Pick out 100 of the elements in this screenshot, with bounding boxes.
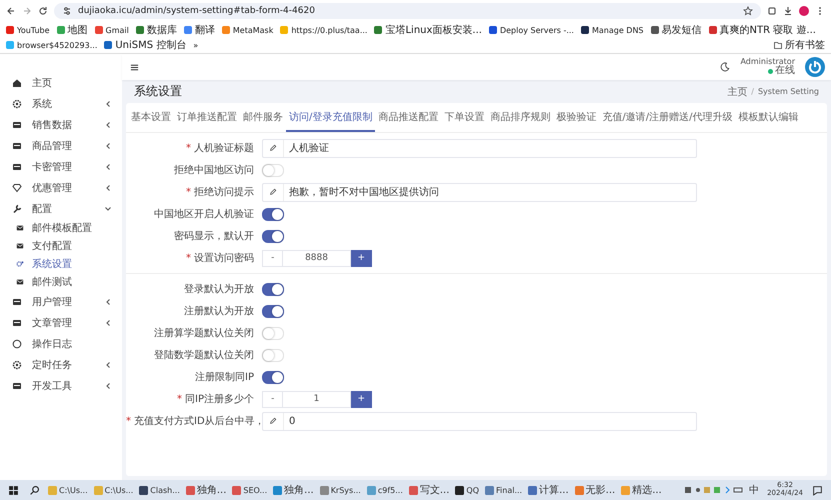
settings-tab[interactable]: 极验验证 — [553, 103, 600, 132]
breadcrumb-link[interactable]: 主页 — [727, 84, 748, 98]
settings-tab[interactable]: 邮件服务 — [240, 103, 286, 132]
taskbar-app[interactable]: 计算... — [526, 481, 571, 499]
text-field[interactable]: 抱歉，暂时不对中国地区提供访问 — [262, 182, 697, 202]
bookmark[interactable]: Deploy Servers -... — [488, 23, 574, 37]
settings-tab[interactable]: 下单设置 — [441, 103, 488, 132]
field-label: 登录默认为开放 — [183, 282, 255, 296]
settings-tab[interactable]: 访问/登录充值限制 — [286, 103, 376, 132]
bookmark[interactable]: 宝塔Linux面板安装... — [374, 23, 482, 37]
bookmark[interactable]: 翻译 — [184, 23, 215, 37]
increment-button[interactable]: + — [350, 250, 372, 266]
taskbar-app[interactable]: KrSys... — [318, 481, 363, 499]
bookmark-favicon-icon — [708, 26, 717, 34]
breadcrumb-link[interactable]: System Setting — [758, 87, 819, 96]
sidebar-subitem[interactable]: 邮件模板配置 — [0, 219, 122, 237]
toggle-switch[interactable] — [262, 304, 284, 318]
text-field[interactable]: 0 — [262, 412, 697, 430]
decrement-button[interactable]: - — [262, 390, 284, 408]
settings-tab[interactable]: 基本设置 — [128, 103, 174, 132]
taskbar-app[interactable]: C:\Us... — [46, 481, 90, 499]
address-bar[interactable]: dujiaoka.icu/admin/system-setting#tab-form-4-4620 — [54, 3, 761, 19]
profile-avatar[interactable] — [799, 6, 809, 16]
extension-icon[interactable] — [767, 6, 777, 16]
app-icon — [139, 486, 148, 494]
settings-tab[interactable]: 订单推送配置 — [174, 103, 240, 132]
settings-tab[interactable]: 商品排序规则 — [487, 103, 554, 132]
decrement-button[interactable]: - — [262, 250, 284, 266]
star-icon[interactable] — [743, 6, 753, 16]
settings-tab[interactable]: 商品推送配置 — [375, 103, 442, 132]
taskbar-app[interactable]: c9f5... — [364, 481, 405, 499]
taskbar-app[interactable]: 精选... — [619, 481, 664, 499]
page-title: 系统设置 — [134, 83, 182, 100]
taskbar-app[interactable]: 独角... — [184, 481, 228, 499]
reload-icon[interactable] — [38, 6, 48, 16]
sidebar-item[interactable]: 主页 — [0, 72, 122, 93]
bookmark[interactable]: 数据库 — [136, 23, 177, 37]
taskbar-app[interactable]: 无影... — [572, 481, 618, 499]
bookmark[interactable]: browser$4520293... — [6, 38, 98, 52]
sidebar-item[interactable]: 优惠管理 — [0, 177, 122, 198]
sidebar-item[interactable]: 卡密管理 — [0, 156, 122, 177]
taskbar-app[interactable]: 写文... — [406, 481, 452, 499]
tray-icons-drawing — [684, 485, 744, 495]
taskbar-app[interactable]: QQ — [453, 481, 482, 499]
back-icon[interactable] — [6, 6, 16, 16]
sidebar-subitem[interactable]: 支付配置 — [0, 237, 122, 255]
taskbar-app[interactable]: Final... — [483, 481, 524, 499]
menu-icon[interactable] — [130, 62, 139, 72]
toggle-switch[interactable] — [262, 282, 284, 296]
moon-icon[interactable] — [720, 62, 730, 72]
settings-tab[interactable]: 充值/邀请/注册赠送/代理升级 — [599, 103, 736, 132]
app-icon — [232, 486, 242, 494]
toggle-switch[interactable] — [262, 370, 284, 384]
toggle-switch[interactable] — [262, 208, 284, 220]
sidebar-item[interactable]: 配置 — [0, 198, 122, 219]
sidebar-item[interactable]: 用户管理 — [0, 291, 122, 312]
taskbar-app[interactable]: SEO... — [230, 481, 270, 499]
sidebar-item[interactable]: 定时任务 — [0, 354, 122, 375]
sidebar-item[interactable]: 系统 — [0, 93, 122, 114]
more-bookmarks-button[interactable]: » — [193, 38, 198, 52]
app-icon — [485, 486, 494, 494]
text-field[interactable]: 人机验证 — [262, 138, 697, 158]
card-icon — [12, 162, 22, 172]
app-icon — [621, 486, 630, 494]
app-icon — [528, 486, 538, 494]
sidebar-item[interactable]: 商品管理 — [0, 135, 122, 156]
download-icon[interactable] — [783, 6, 793, 16]
sidebar-subitem[interactable]: 系统设置 — [0, 255, 122, 273]
windows-start-icon[interactable] — [8, 484, 19, 496]
bookmark[interactable]: UniSMS 控制台 — [104, 38, 186, 52]
bookmark[interactable]: 地图 — [56, 23, 88, 37]
search-icon[interactable] — [29, 484, 40, 496]
number-field[interactable]: 8888 — [283, 250, 351, 266]
sidebar-item[interactable]: 开发工具 — [0, 375, 122, 396]
field-label: * 同IP注册多少个 — [176, 392, 255, 406]
bookmark[interactable]: MetaMask — [222, 23, 274, 37]
increment-button[interactable]: + — [350, 390, 372, 408]
taskbar-app[interactable]: Clash... — [137, 481, 182, 499]
all-bookmarks-button[interactable]: 所有书签 — [774, 38, 825, 52]
bookmark[interactable]: 真爽的NTR 寝取 遊... — [708, 23, 816, 37]
settings-tab[interactable]: 模板默认编辑 — [735, 103, 802, 132]
bookmark[interactable]: YouTube — [6, 23, 50, 37]
sidebar-item[interactable]: 操作日志 — [0, 333, 122, 354]
sidebar-item[interactable]: 销售数据 — [0, 114, 122, 135]
bookmark-favicon-icon — [374, 26, 382, 34]
number-field[interactable]: 1 — [283, 390, 351, 408]
input-method-indicator[interactable]: 中 — [749, 483, 760, 497]
sidebar-item[interactable]: 文章管理 — [0, 312, 122, 333]
app-icon — [94, 486, 103, 494]
toggle-switch[interactable] — [262, 230, 284, 242]
bookmark[interactable]: https://0.plus/taa... — [280, 23, 368, 37]
sidebar-subitem[interactable]: 邮件测试 — [0, 273, 122, 291]
taskbar-app[interactable]: C:\Us... — [92, 481, 136, 499]
notification-icon[interactable] — [812, 484, 823, 496]
bookmark[interactable]: Gmail — [94, 23, 129, 37]
site-info-icon[interactable] — [62, 6, 72, 16]
taskbar-app[interactable]: 独角... — [271, 481, 316, 499]
bookmark[interactable]: 易发短信 — [650, 23, 702, 37]
bookmark[interactable]: Manage DNS — [580, 23, 644, 37]
power-avatar-icon[interactable] — [805, 57, 825, 77]
